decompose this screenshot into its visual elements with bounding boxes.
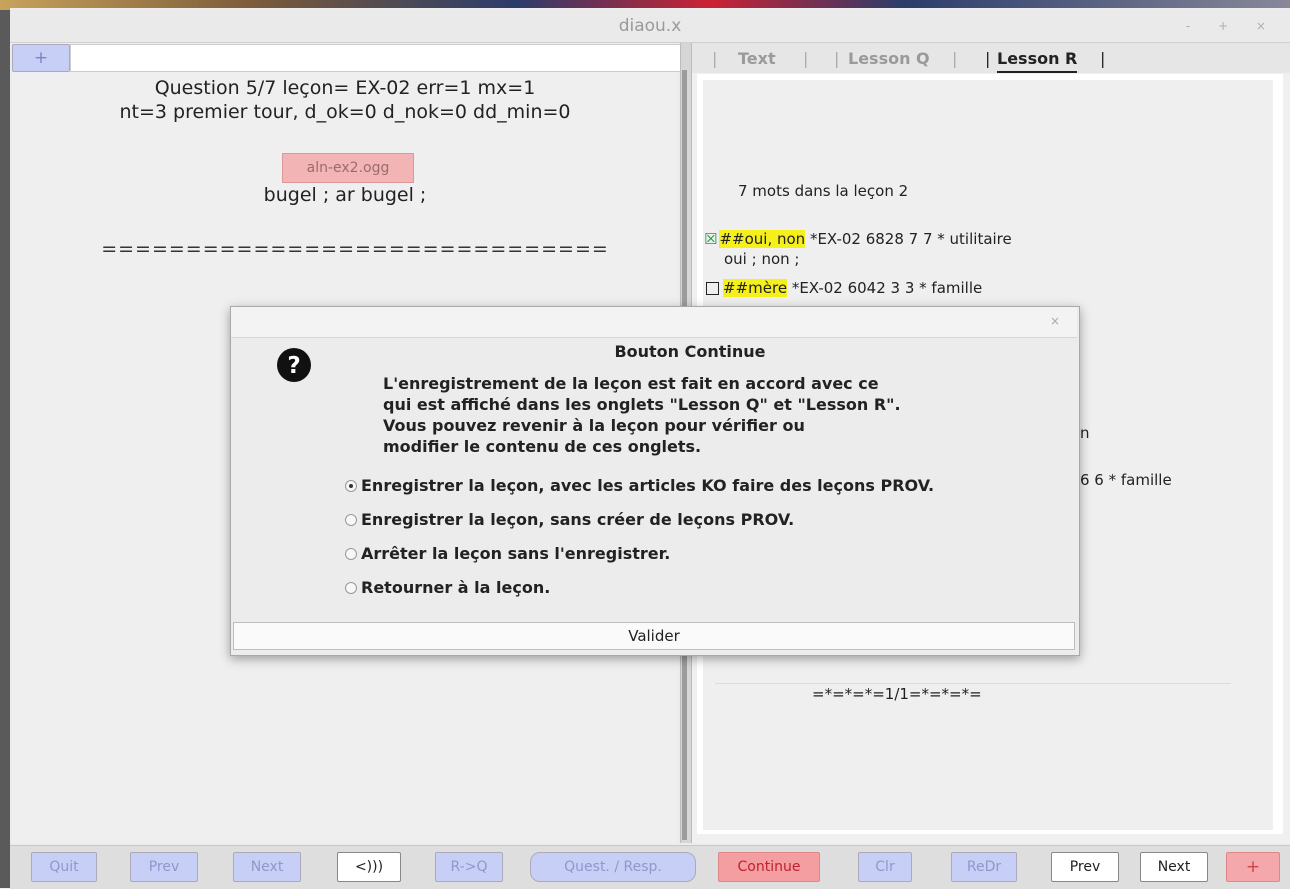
lesson-entry-2: ##mère *EX-02 6042 3 3 * famille bbox=[706, 278, 982, 298]
desktop-left-edge bbox=[0, 10, 10, 888]
entry-sub: oui ; non ; bbox=[724, 250, 800, 268]
window-title: diaou.x bbox=[618, 16, 682, 36]
radio-icon[interactable] bbox=[345, 513, 357, 526]
redraw-button[interactable]: ReDr bbox=[951, 852, 1017, 882]
left-top-field[interactable] bbox=[70, 44, 682, 72]
prev-button-right[interactable]: Prev bbox=[1051, 852, 1119, 882]
message-line: modifier le contenu de ces onglets. bbox=[383, 437, 702, 456]
radio-icon[interactable] bbox=[345, 547, 357, 560]
question-line-2: nt=3 premier tour, d_ok=0 d_nok=0 dd_min… bbox=[119, 101, 571, 123]
tab-lesson-r[interactable]: Lesson R bbox=[997, 47, 1078, 73]
tab-separator: | bbox=[803, 49, 809, 68]
radio-icon[interactable] bbox=[345, 581, 357, 594]
separator-line: ============================== bbox=[101, 238, 609, 260]
continue-button[interactable]: Continue bbox=[718, 852, 820, 882]
option-return-to-lesson[interactable]: Retourner à la leçon. bbox=[345, 577, 550, 599]
add-button[interactable]: + bbox=[12, 44, 70, 72]
play-audio-button[interactable]: <))) bbox=[337, 852, 401, 882]
option-save-without-prov[interactable]: Enregistrer la leçon, sans créer de leço… bbox=[345, 509, 794, 531]
question-icon: ? bbox=[273, 344, 315, 386]
entry-rest: *EX-02 6828 7 7 * utilitaire bbox=[805, 230, 1012, 248]
footer-marker: =*=*=*=1/1=*=*=*= bbox=[812, 685, 982, 703]
checkbox-icon[interactable] bbox=[706, 282, 719, 295]
dialog-message: L'enregistrement de la leçon est fait en… bbox=[383, 373, 1023, 457]
dialog-titlebar bbox=[231, 307, 1077, 338]
tab-separator: | bbox=[985, 49, 991, 68]
option-label: Retourner à la leçon. bbox=[361, 578, 551, 597]
question-line-1: Question 5/7 leçon= EX-02 err=1 mx=1 bbox=[154, 77, 536, 99]
lesson-entry-1: ☒ ##oui, non *EX-02 6828 7 7 * utilitaire bbox=[704, 229, 1012, 249]
prev-button-left[interactable]: Prev bbox=[130, 852, 198, 882]
quit-button[interactable]: Quit bbox=[31, 852, 97, 882]
audio-file-button[interactable]: aln-ex2.ogg bbox=[282, 153, 414, 183]
entry-head: ##oui, non bbox=[719, 230, 806, 248]
message-line: qui est affiché dans les onglets "Lesson… bbox=[383, 395, 901, 414]
tab-bar bbox=[692, 43, 1290, 73]
validate-button[interactable]: Valider bbox=[233, 622, 1075, 650]
answer-text: bugel ; ar bugel ; bbox=[263, 184, 427, 206]
dialog-close-icon[interactable]: × bbox=[1050, 314, 1060, 328]
tab-separator: | bbox=[952, 49, 958, 68]
window-controls[interactable]: - + × bbox=[1186, 10, 1278, 42]
message-line: L'enregistrement de la leçon est fait en… bbox=[383, 374, 879, 393]
clear-button[interactable]: Clr bbox=[858, 852, 912, 882]
words-count: 7 mots dans la leçon 2 bbox=[738, 182, 909, 200]
partial-text: n bbox=[1080, 424, 1090, 442]
radio-selected-icon[interactable] bbox=[345, 479, 357, 492]
option-label: Enregistrer la leçon, avec les articles … bbox=[361, 476, 935, 495]
option-label: Arrêter la leçon sans l'enregistrer. bbox=[361, 544, 671, 563]
option-stop-without-save[interactable]: Arrêter la leçon sans l'enregistrer. bbox=[345, 543, 670, 565]
option-label: Enregistrer la leçon, sans créer de leço… bbox=[361, 510, 795, 529]
entry-rest: *EX-02 6042 3 3 * famille bbox=[787, 279, 983, 297]
question-status: Question 5/7 leçon= EX-02 err=1 mx=1 nt=… bbox=[12, 76, 678, 124]
quest-resp-button[interactable]: Quest. / Resp. bbox=[530, 852, 696, 882]
tab-separator: | bbox=[834, 49, 840, 68]
option-save-with-prov[interactable]: Enregistrer la leçon, avec les articles … bbox=[345, 475, 934, 497]
svg-text:?: ? bbox=[287, 353, 300, 379]
checked-icon[interactable]: ☒ bbox=[704, 230, 717, 248]
entry-head: ##mère bbox=[723, 279, 788, 297]
next-button-left[interactable]: Next bbox=[233, 852, 301, 882]
tab-text[interactable]: Text bbox=[738, 47, 776, 71]
next-button-right[interactable]: Next bbox=[1140, 852, 1208, 882]
r-to-q-button[interactable]: R->Q bbox=[435, 852, 503, 882]
tab-lesson-q[interactable]: Lesson Q bbox=[848, 47, 930, 71]
plus-button-right[interactable]: + bbox=[1226, 852, 1280, 882]
dialog-heading: Bouton Continue bbox=[614, 342, 766, 361]
partial-family-text: 6 6 * famille bbox=[1080, 471, 1172, 489]
tab-separator: | bbox=[1100, 49, 1106, 68]
window-titlebar: diaou.x - + × bbox=[10, 10, 1290, 43]
message-line: Vous pouvez revenir à la leçon pour véri… bbox=[383, 416, 805, 435]
tab-separator: | bbox=[712, 49, 718, 68]
